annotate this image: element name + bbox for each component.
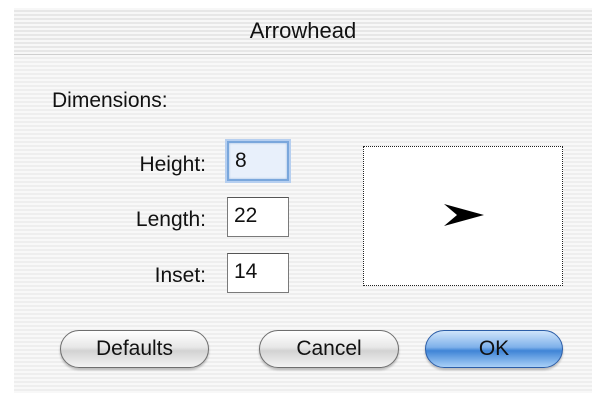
cancel-button[interactable]: Cancel [259, 330, 399, 368]
window-title: Arrowhead [249, 18, 357, 43]
inset-label: Inset: [154, 264, 206, 287]
ok-button[interactable]: OK [425, 330, 563, 368]
title-bar[interactable]: Arrowhead [14, 8, 592, 55]
inset-field[interactable]: 14 [227, 253, 289, 293]
arrowhead-preview-icon [444, 204, 484, 226]
height-field[interactable]: 8 [227, 141, 289, 181]
height-label: Height: [139, 153, 206, 176]
defaults-button[interactable]: Defaults [60, 330, 209, 368]
length-label: Length: [135, 208, 206, 231]
arrowhead-preview [363, 146, 563, 286]
length-field[interactable]: 22 [227, 197, 289, 237]
dimensions-label: Dimensions: [52, 89, 168, 112]
arrowhead-dialog: Arrowhead Dimensions: Height: 8 Length: … [0, 0, 592, 403]
dialog-bottom-edge [14, 393, 592, 403]
